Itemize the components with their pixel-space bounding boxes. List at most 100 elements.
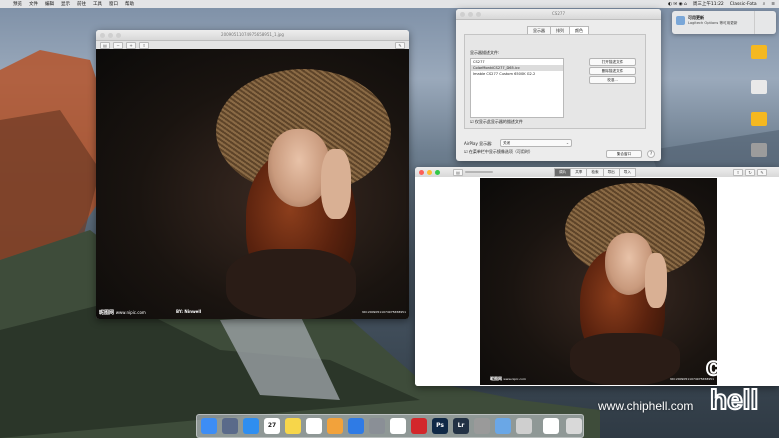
svg-text:hell: hell	[710, 384, 758, 415]
dock: 27 Ps Lr	[196, 414, 584, 438]
segment-adjust[interactable]: 调片	[554, 168, 572, 177]
dock-notes-icon[interactable]	[285, 418, 301, 434]
dock-photoshop-icon[interactable]: Ps	[432, 418, 448, 434]
desktop-folder-icon[interactable]	[751, 112, 767, 126]
dock-app-store-icon[interactable]	[348, 418, 364, 434]
desktop-folder-icon[interactable]	[751, 45, 767, 59]
dock-trash-icon[interactable]	[566, 418, 582, 434]
dock-image-capture-icon[interactable]	[516, 418, 532, 434]
dock-netease-music-icon[interactable]	[411, 418, 427, 434]
user-name[interactable]: Classic-Fota	[730, 2, 757, 7]
menu-item-window[interactable]: 窗口	[109, 1, 118, 7]
notification-center-icon[interactable]: ≡	[771, 2, 775, 7]
shoulder	[570, 333, 680, 385]
airplay-label: AirPlay 显示器:	[464, 141, 493, 146]
watermark-id: NO:20090511074975658951	[362, 310, 406, 314]
menu-extras: ◐ ✉ ◉ ⌂ 周三上午11:22 Classic-Fota ⌕ ≡	[668, 0, 775, 8]
delete-profile-button[interactable]: 删除描述文件	[589, 67, 636, 75]
menu-item-go[interactable]: 前往	[77, 1, 86, 7]
preview-small-titlebar[interactable]: 20090511074975658951_1.jpg	[96, 30, 409, 41]
profile-label: 显示器描述文件:	[470, 50, 500, 55]
dock-safari-icon[interactable]	[243, 418, 259, 434]
airplay-select-value: 关闭	[503, 141, 511, 145]
prefs-titlebar[interactable]: CS277	[456, 9, 661, 20]
dock-lightroom-icon[interactable]: Lr	[453, 418, 469, 434]
help-button[interactable]: ?	[647, 150, 655, 158]
status-icons[interactable]: ◐ ✉ ◉ ⌂	[668, 2, 687, 7]
dock-reminders-icon[interactable]	[306, 418, 322, 434]
dock-utility-icon[interactable]	[474, 418, 490, 434]
segment-search[interactable]: 检索	[586, 168, 604, 177]
chiphell-logo: chip hell	[704, 345, 774, 416]
sidebar-toggle-button[interactable]: ▤	[100, 41, 110, 49]
desktop-drive-icon[interactable]	[751, 143, 767, 157]
minimize-button[interactable]	[427, 170, 432, 175]
dock-photos-icon[interactable]	[327, 418, 343, 434]
sidebar-toggle-button[interactable]: ▤	[453, 169, 463, 176]
preview-window-small: 20090511074975658951_1.jpg ▤ − + ⇪ ✎ 昵图网…	[96, 30, 409, 319]
dock-documents-icon[interactable]	[543, 418, 559, 434]
watermark-by: BY: Ninwell	[176, 309, 202, 314]
display-preferences-window: CS277 显示器 排列 颜色 显示器描述文件: CS277 ColorMonk…	[456, 9, 661, 161]
zoom-slider[interactable]	[465, 171, 493, 173]
watermark-logo: 昵图网 www.nipic.com	[490, 376, 526, 381]
portrait-photo: 昵图网 www.nipic.com NO:2009051107497565895…	[480, 178, 717, 385]
svg-text:chip: chip	[706, 351, 759, 381]
watermark-logo: 昵图网 www.nipic.com	[99, 310, 146, 316]
menu-item-file[interactable]: 文件	[29, 1, 38, 7]
segment-share[interactable]: 共享	[570, 168, 588, 177]
only-this-display-checkbox[interactable]: ☑ 仅显示此显示器的描述文件	[470, 119, 523, 125]
dock-preview-icon[interactable]	[495, 418, 511, 434]
menu-item-tools[interactable]: 工具	[93, 1, 102, 7]
zoom-button[interactable]	[435, 170, 440, 175]
checkbox-label: 在菜单栏中显示镜像选项（可用时）	[468, 149, 533, 154]
menu-item-help[interactable]: 帮助	[125, 1, 134, 7]
site-watermark: www.chiphell.com	[598, 399, 694, 413]
dock-system-preferences-icon[interactable]	[369, 418, 385, 434]
close-button[interactable]	[419, 170, 424, 175]
markup-button[interactable]: ✎	[395, 41, 405, 49]
notification-app-icon	[676, 16, 685, 25]
segment-control: 调片 共享 检索 导出 导入	[554, 168, 636, 177]
mirror-options-checkbox[interactable]: ☑ 在菜单栏中显示镜像选项（可用时）	[464, 149, 533, 155]
hand	[645, 253, 667, 308]
airplay-select[interactable]: 关闭 ⌄	[500, 139, 572, 147]
menu-item-edit[interactable]: 编辑	[45, 1, 54, 7]
checkbox-icon: ☑	[464, 149, 468, 154]
open-profile-button[interactable]: 打开描述文件	[589, 58, 636, 66]
markup-icon[interactable]: ✎	[757, 169, 767, 176]
dock-finder-icon[interactable]	[201, 418, 217, 434]
segment-export[interactable]: 导出	[602, 168, 620, 177]
notification-body: Logitech Options 等可用更新	[688, 21, 738, 25]
share-icon[interactable]: ⇪	[733, 169, 743, 176]
spotlight-icon[interactable]: ⌕	[763, 1, 766, 7]
hand	[321, 149, 351, 219]
gather-windows-button[interactable]: 集合窗口	[606, 150, 642, 158]
shoulder	[226, 249, 356, 319]
window-title: CS277	[552, 11, 565, 16]
clock[interactable]: 周三上午11:22	[693, 1, 724, 7]
zoom-out-button[interactable]: −	[113, 41, 123, 49]
update-notification[interactable]: 可用更新 Logitech Options 等可用更新	[672, 11, 776, 34]
list-item[interactable]: Imable CS277 Custom 6500K G2.2	[471, 71, 563, 77]
chevron-down-icon: ⌄	[565, 141, 569, 145]
menu-item-preview[interactable]: 预览	[13, 1, 22, 7]
segment-import[interactable]: 导入	[618, 168, 636, 177]
notification-divider	[754, 11, 755, 34]
calibrate-button[interactable]: 校准...	[589, 76, 636, 84]
dock-calendar-icon[interactable]: 27	[264, 418, 280, 434]
profile-list[interactable]: CS277 ColorMonkiCS277_D65.icc Imable CS2…	[470, 58, 564, 118]
dock-launchpad-icon[interactable]	[222, 418, 238, 434]
zoom-in-button[interactable]: +	[126, 41, 136, 49]
dock-qq-icon[interactable]	[390, 418, 406, 434]
share-button[interactable]: ⇪	[139, 41, 149, 49]
portrait-photo: 昵图网 www.nipic.com BY: Ninwell NO:2009051…	[96, 49, 409, 319]
rotate-icon[interactable]: ↻	[745, 169, 755, 176]
window-title: 20090511074975658951_1.jpg	[221, 32, 284, 37]
checkbox-icon: ☑	[470, 119, 474, 124]
desktop-drive-icon[interactable]	[751, 80, 767, 94]
checkbox-label: 仅显示此显示器的描述文件	[474, 119, 523, 124]
menu-item-view[interactable]: 显示	[61, 1, 70, 7]
chiphell-logo-mark: chip hell	[705, 350, 760, 416]
menu-bar: 预览 文件 编辑 显示 前往 工具 窗口 帮助 ◐ ✉ ◉ ⌂ 周三上午11:2…	[0, 0, 779, 8]
